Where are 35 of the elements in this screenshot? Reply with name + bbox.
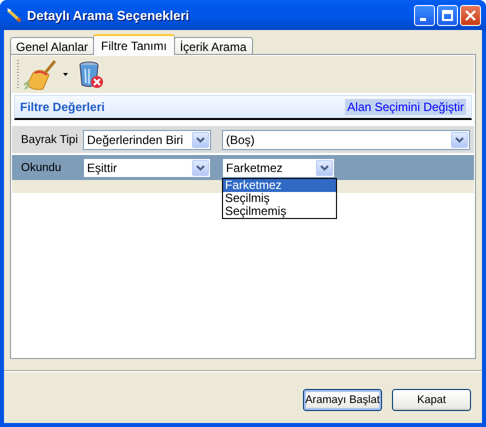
section-title: Filtre Değerleri xyxy=(20,100,105,114)
dropdown-option[interactable]: Farketmez xyxy=(223,178,336,192)
caret-icon[interactable] xyxy=(63,73,68,76)
caret-icon xyxy=(196,164,205,170)
caret-icon xyxy=(455,136,464,142)
caret-icon xyxy=(320,164,329,170)
close-icon xyxy=(465,10,476,20)
start-search-button[interactable]: Aramayı Başlat xyxy=(303,389,382,411)
tab[interactable]: İçerik Arama xyxy=(174,37,253,55)
tab[interactable]: Genel Alanlar xyxy=(10,37,94,55)
dropdown-button[interactable] xyxy=(192,132,209,148)
window-title: Detaylı Arama Seçenekleri xyxy=(27,8,190,22)
change-field-link[interactable]: Alan Seçimini Değiştir xyxy=(345,99,466,115)
value-dropdown[interactable]: Farketmez xyxy=(222,158,335,178)
maximize-button[interactable] xyxy=(437,4,458,26)
minimize-icon xyxy=(420,18,426,20)
dropdown-button[interactable] xyxy=(316,160,333,176)
tab[interactable]: Filtre Tanımı xyxy=(93,34,175,55)
filter-label: Bayrak Tipi xyxy=(21,134,79,146)
dropdown-option[interactable]: Seçilmiş xyxy=(223,192,336,204)
close-button[interactable] xyxy=(460,4,481,26)
close-dialog-button[interactable]: Kapat xyxy=(392,389,471,411)
caret-icon xyxy=(196,136,205,142)
value-dropdown[interactable]: (Boş) xyxy=(222,130,470,150)
filter-label: Okundu xyxy=(21,162,62,174)
dropdown-option[interactable]: Seçilmemiş xyxy=(223,204,336,218)
dropdown-button[interactable] xyxy=(192,160,209,176)
dropdown-button[interactable] xyxy=(451,132,468,148)
maximize-icon xyxy=(442,10,453,20)
operator-dropdown[interactable]: Eşittir xyxy=(83,158,211,178)
operator-dropdown[interactable]: Değerlerinden Biri xyxy=(83,130,211,150)
minimize-button[interactable] xyxy=(414,4,435,26)
filter-row[interactable]: Bayrak Tipi Değerlerinden Biri (Boş) xyxy=(12,126,474,153)
trash-bin-icon[interactable] xyxy=(78,60,104,88)
wand-icon xyxy=(6,7,22,23)
